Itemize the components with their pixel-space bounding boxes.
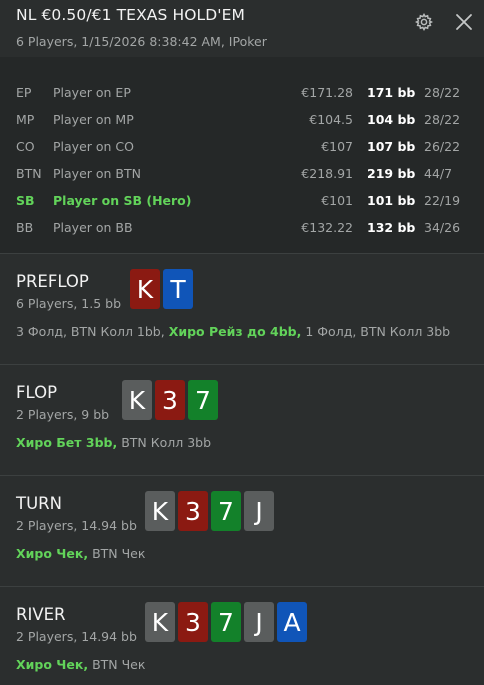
hero-action: Хиро Чек, bbox=[16, 657, 89, 672]
street-info: 2 Players, 14.94 bb bbox=[16, 518, 137, 533]
street-flop: FLOP 2 Players, 9 bb K37 Хиро Бет 3bb, B… bbox=[0, 365, 484, 475]
card-red: 3 bbox=[178, 491, 208, 531]
board-cards: KT bbox=[130, 269, 193, 309]
player-stack: €218.91 bbox=[301, 166, 353, 181]
player-position: BB bbox=[16, 220, 34, 235]
player-row: MP Player on MP €104.5 104 bb 28/22 bbox=[0, 112, 484, 132]
hero-action: Хиро Бет 3bb, bbox=[16, 435, 118, 450]
card-gray: J bbox=[244, 491, 274, 531]
card-green: 7 bbox=[211, 602, 241, 642]
player-row: BB Player on BB €132.22 132 bb 34/26 bbox=[0, 220, 484, 240]
opponent-action: 1 Фолд, BTN Колл 3bb bbox=[301, 324, 451, 339]
player-position: CO bbox=[16, 139, 35, 154]
player-stack-bb: 101 bb bbox=[367, 193, 416, 208]
street-preflop: PREFLOP 6 Players, 1.5 bb KT 3 Фолд, BTN… bbox=[0, 254, 484, 364]
player-row: CO Player on CO €107 107 bb 26/22 bbox=[0, 139, 484, 159]
player-stack: €104.5 bbox=[309, 112, 353, 127]
players-table: EP Player on EP €171.28 171 bb 28/22 MP … bbox=[0, 57, 484, 253]
player-row: EP Player on EP €171.28 171 bb 28/22 bbox=[0, 85, 484, 105]
card-red: K bbox=[130, 269, 160, 309]
card-gray: J bbox=[244, 602, 274, 642]
board-cards: K37 bbox=[122, 380, 218, 420]
player-position: BTN bbox=[16, 166, 42, 181]
hand-title: NL €0.50/€1 TEXAS HOLD'EM bbox=[16, 6, 246, 24]
street-actions: Хиро Бет 3bb, BTN Колл 3bb bbox=[16, 435, 211, 450]
street-river: RIVER 2 Players, 14.94 bb K37JA Хиро Чек… bbox=[0, 587, 484, 685]
player-name: Player on MP bbox=[53, 112, 134, 127]
street-actions: Хиро Чек, BTN Чек bbox=[16, 546, 145, 561]
card-gray: K bbox=[145, 491, 175, 531]
player-stack-bb: 104 bb bbox=[367, 112, 416, 127]
player-stack-bb: 107 bb bbox=[367, 139, 416, 154]
player-name: Player on BTN bbox=[53, 166, 141, 181]
street-info: 6 Players, 1.5 bb bbox=[16, 296, 122, 311]
card-red: 3 bbox=[155, 380, 185, 420]
player-row: BTN Player on BTN €218.91 219 bb 44/7 bbox=[0, 166, 484, 186]
board-cards: K37J bbox=[145, 491, 274, 531]
hand-header: NL €0.50/€1 TEXAS HOLD'EM 6 Players, 1/1… bbox=[0, 0, 484, 57]
player-name: Player on SB (Hero) bbox=[53, 193, 192, 208]
opponent-action: BTN Чек bbox=[88, 546, 146, 561]
player-stats: 28/22 bbox=[424, 85, 461, 100]
player-stack-bb: 219 bb bbox=[367, 166, 416, 181]
player-stack: €107 bbox=[321, 139, 353, 154]
player-row-hero: SB Player on SB (Hero) €101 101 bb 22/19 bbox=[0, 193, 484, 213]
card-green: 7 bbox=[211, 491, 241, 531]
street-name: PREFLOP bbox=[16, 272, 89, 291]
player-stats: 22/19 bbox=[424, 193, 461, 208]
player-name: Player on BB bbox=[53, 220, 133, 235]
hero-action: Хиро Чек, bbox=[16, 546, 89, 561]
opponent-action: 3 Фолд, BTN Колл 1bb, bbox=[16, 324, 169, 339]
card-gray: K bbox=[145, 602, 175, 642]
street-actions: Хиро Чек, BTN Чек bbox=[16, 657, 145, 672]
gear-icon[interactable] bbox=[414, 12, 434, 32]
player-position: MP bbox=[16, 112, 35, 127]
player-name: Player on EP bbox=[53, 85, 131, 100]
street-turn: TURN 2 Players, 14.94 bb K37J Хиро Чек, … bbox=[0, 476, 484, 586]
street-name: FLOP bbox=[16, 383, 58, 402]
card-blue: T bbox=[163, 269, 193, 309]
hand-subtitle: 6 Players, 1/15/2026 8:38:42 AM, IPoker bbox=[16, 34, 267, 49]
board-cards: K37JA bbox=[145, 602, 307, 642]
player-stats: 34/26 bbox=[424, 220, 461, 235]
opponent-action: BTN Чек bbox=[88, 657, 146, 672]
player-stats: 44/7 bbox=[424, 166, 453, 181]
card-red: 3 bbox=[178, 602, 208, 642]
card-blue: A bbox=[277, 602, 307, 642]
street-name: TURN bbox=[16, 494, 62, 513]
street-info: 2 Players, 14.94 bb bbox=[16, 629, 137, 644]
player-position: SB bbox=[16, 193, 35, 208]
street-info: 2 Players, 9 bb bbox=[16, 407, 110, 422]
opponent-action: BTN Колл 3bb bbox=[117, 435, 212, 450]
hero-action: Хиро Рейз до 4bb, bbox=[168, 324, 302, 339]
player-stack: €171.28 bbox=[301, 85, 353, 100]
close-icon[interactable] bbox=[454, 12, 474, 32]
player-stats: 28/22 bbox=[424, 112, 461, 127]
street-name: RIVER bbox=[16, 605, 66, 624]
player-stack-bb: 132 bb bbox=[367, 220, 416, 235]
street-actions: 3 Фолд, BTN Колл 1bb, Хиро Рейз до 4bb, … bbox=[16, 324, 450, 339]
player-stack-bb: 171 bb bbox=[367, 85, 416, 100]
player-stats: 26/22 bbox=[424, 139, 461, 154]
card-gray: K bbox=[122, 380, 152, 420]
card-green: 7 bbox=[188, 380, 218, 420]
player-stack: €132.22 bbox=[301, 220, 353, 235]
player-position: EP bbox=[16, 85, 32, 100]
player-stack: €101 bbox=[321, 193, 353, 208]
player-name: Player on CO bbox=[53, 139, 134, 154]
